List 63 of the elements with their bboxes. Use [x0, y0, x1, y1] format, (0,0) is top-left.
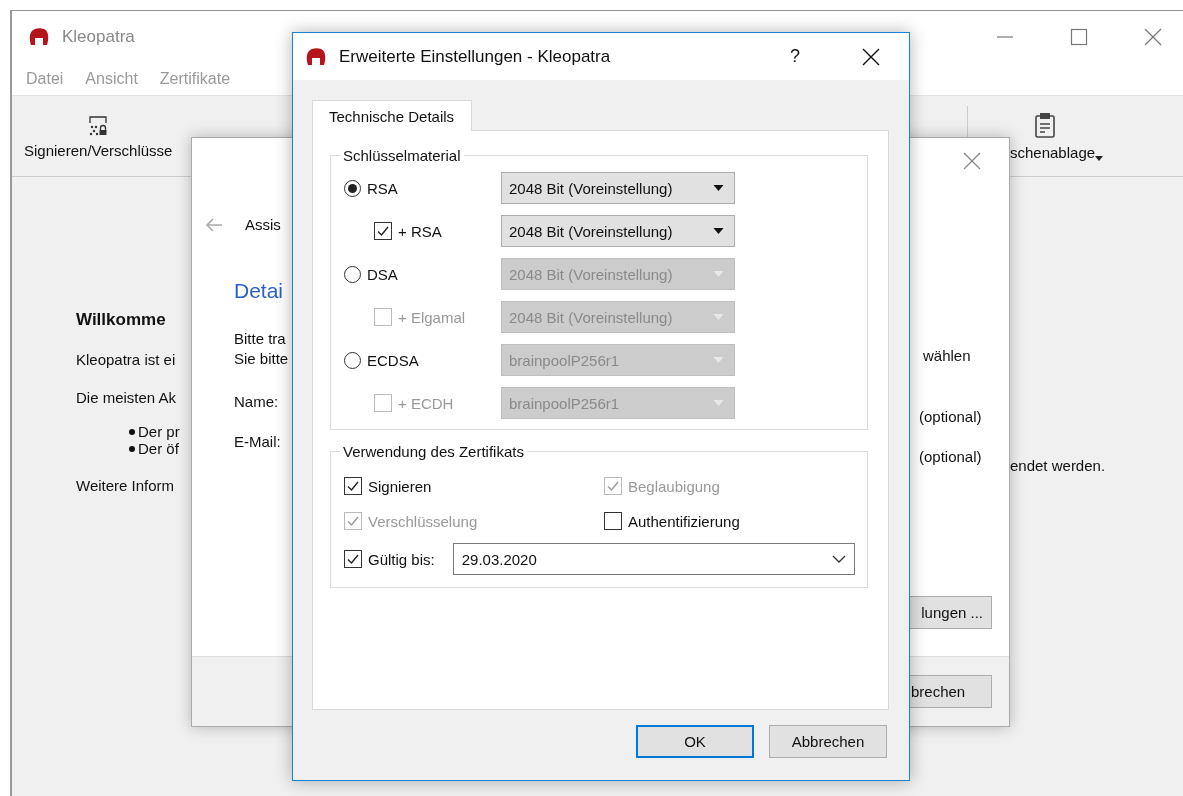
maximize-icon[interactable]	[1069, 27, 1089, 47]
date-dropdown[interactable]: 29.03.2020	[452, 543, 855, 575]
list-item: Der öf	[138, 440, 179, 457]
toolbar-button[interactable]: Signieren/Verschlüsse	[24, 113, 173, 159]
key-size-dropdown[interactable]: 2048 Bit (Voreinstellung)	[501, 215, 735, 247]
option-label: ECDSA	[367, 351, 419, 369]
wizard-title: Assis	[245, 216, 281, 233]
dialog-button[interactable]: Abbrechen	[769, 725, 887, 758]
list-item: Der pr	[138, 423, 180, 440]
option-label: Verschlüsselung	[368, 512, 478, 530]
caret-icon	[713, 228, 724, 234]
field-label: Name:	[234, 393, 280, 410]
bullet-icon	[129, 445, 135, 452]
settings-button[interactable]: lungen ...	[909, 596, 992, 629]
dialog-button[interactable]: OK	[636, 725, 754, 758]
tab[interactable]: Technische Details	[312, 100, 473, 131]
option-label: Gültig bis:	[368, 550, 435, 568]
checkbox[interactable]	[344, 550, 362, 568]
caret-icon	[713, 271, 724, 277]
group-title: Verwendung des Zertifikats	[342, 443, 525, 460]
caret-icon	[713, 185, 724, 191]
cancel-button[interactable]: brechen	[909, 675, 992, 708]
option-label: Signieren	[368, 477, 432, 495]
caret-icon	[713, 400, 724, 406]
logo-icon	[28, 27, 50, 47]
document-lock-icon	[87, 113, 110, 136]
window-title: Kleopatra	[62, 27, 135, 47]
option-label: RSA	[367, 179, 398, 197]
caret-icon	[713, 314, 724, 320]
text-line: Weitere Inform	[76, 477, 176, 494]
page-heading: Detai	[234, 279, 285, 303]
close-icon[interactable]	[862, 47, 880, 66]
checkbox[interactable]	[374, 222, 392, 240]
back-arrow-icon[interactable]	[205, 217, 223, 232]
text-line: Kleopatra ist ei	[76, 351, 177, 368]
checkbox[interactable]	[604, 512, 622, 530]
caret-icon	[1095, 155, 1104, 161]
welcome-heading: Willkomme	[76, 310, 167, 330]
caret-icon	[713, 357, 724, 363]
text-line: wählen	[923, 347, 971, 364]
chevron-down-icon	[832, 555, 846, 563]
option-label: + RSA	[398, 222, 442, 240]
checkbox[interactable]	[344, 477, 362, 495]
bullet-icon	[129, 428, 135, 435]
option-label: + Elgamal	[398, 308, 466, 326]
field-hint: (optional)	[919, 448, 982, 465]
toolbar-button[interactable]: schenablage	[1010, 111, 1183, 161]
text-line: Bitte tra	[234, 329, 287, 349]
text-line: Die meisten Ak	[76, 389, 178, 406]
field-label: E-Mail:	[234, 433, 282, 450]
field-hint: (optional)	[919, 408, 982, 425]
text-line: Sie bitte	[234, 349, 290, 369]
option-label: DSA	[367, 265, 398, 283]
clipboard-icon	[1034, 111, 1056, 138]
group-title: Schlüsselmaterial	[342, 147, 462, 164]
help-button[interactable]: ?	[790, 46, 800, 67]
text-line: endet werden.	[1010, 457, 1107, 474]
option-label: Beglaubigung	[628, 477, 720, 495]
dialog-title: Erweiterte Einstellungen - Kleopatra	[339, 46, 611, 67]
option-label: Authentifizierung	[628, 512, 740, 530]
logo-icon	[305, 46, 327, 67]
option-label: + ECDH	[398, 394, 454, 412]
key-size-dropdown[interactable]: 2048 Bit (Voreinstellung)	[501, 172, 735, 204]
